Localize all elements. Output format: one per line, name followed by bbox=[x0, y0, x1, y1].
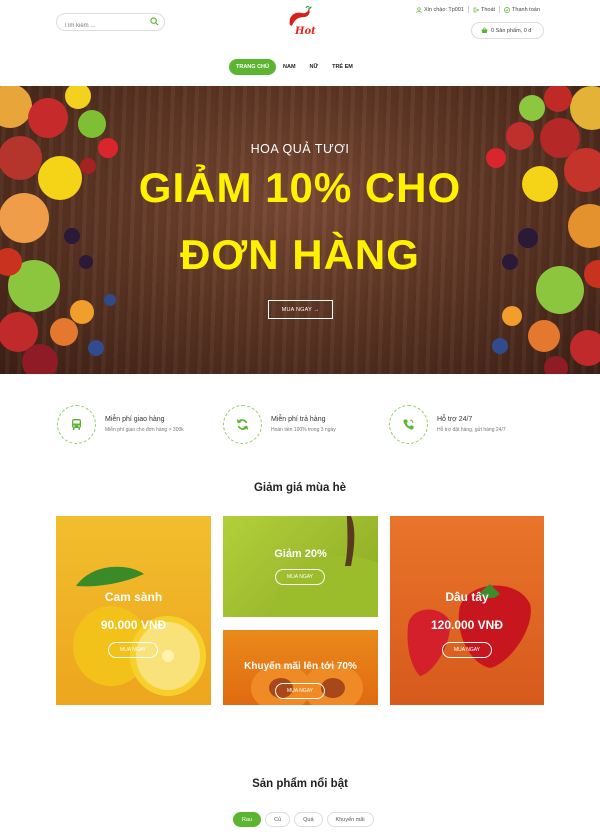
service-free-shipping: Miễn phí giao hàng Miễn phí giao cho đơn… bbox=[57, 405, 184, 444]
nav-item-women[interactable]: NỮ bbox=[303, 59, 326, 75]
service-desc: Hỗ trợ đặt hàng, gửi hàng 24/7 bbox=[437, 427, 506, 433]
logout-label: Thoát bbox=[480, 6, 496, 13]
cart-label: 0 Sản phẩm, 0 đ bbox=[491, 27, 532, 34]
check-icon bbox=[504, 6, 510, 13]
fruit-image bbox=[273, 516, 378, 617]
greeting-label: Xin chào: Tp001 bbox=[424, 6, 464, 13]
user-icon bbox=[416, 6, 422, 13]
promo-tile-strawberry[interactable]: Dâu tây 120.000 VNĐ MUA NGAY bbox=[390, 516, 544, 705]
divider bbox=[467, 6, 469, 13]
service-title: Hỗ trợ 24/7 bbox=[437, 416, 473, 423]
tab-fruits[interactable]: Quả bbox=[294, 812, 323, 827]
search-box[interactable] bbox=[56, 13, 165, 34]
bus-icon bbox=[72, 419, 81, 430]
top-links: Xin chào: Tp001 Thoát Thanh toán bbox=[416, 6, 540, 13]
search-icon[interactable] bbox=[150, 17, 159, 26]
nav-item-men[interactable]: NAM bbox=[276, 59, 303, 75]
lemon-image bbox=[73, 566, 206, 696]
greeting-link[interactable]: Xin chào: Tp001 bbox=[416, 7, 464, 13]
basket-icon bbox=[481, 27, 488, 33]
service-icon-circle bbox=[389, 405, 428, 444]
phone-icon bbox=[403, 419, 414, 430]
logout-link[interactable]: Thoát bbox=[473, 7, 495, 13]
tile-buy-button[interactable]: MUA NGAY bbox=[275, 569, 325, 585]
tile-title: Dâu tây bbox=[445, 590, 489, 604]
tile-title: Giảm 20% bbox=[274, 548, 327, 560]
tab-vegetables[interactable]: Rau bbox=[233, 812, 262, 827]
divider bbox=[499, 6, 501, 13]
tile-buy-button[interactable]: MUA NGAY bbox=[108, 642, 158, 658]
checkout-link[interactable]: Thanh toán bbox=[504, 7, 540, 13]
service-title: Miễn phí giao hàng bbox=[105, 416, 165, 423]
checkout-label: Thanh toán bbox=[512, 6, 540, 13]
service-icon-circle bbox=[223, 405, 262, 444]
nav-item-kids[interactable]: TRẺ EM bbox=[325, 59, 360, 75]
nav-item-home[interactable]: TRANG CHỦ bbox=[229, 59, 276, 75]
promo-tile-discount[interactable]: Giảm 20% MUA NGAY bbox=[223, 516, 378, 617]
logout-icon bbox=[473, 7, 479, 12]
service-title: Miễn phí trả hàng bbox=[271, 416, 326, 423]
banner-subtitle: HOA QUẢ TƯƠI bbox=[250, 142, 350, 156]
banner-buy-button[interactable]: MUA NGAY → bbox=[268, 300, 333, 319]
tile-title: Khuyến mãi lên tới 70% bbox=[244, 661, 357, 672]
banner-headline-2: ĐƠN HÀNG bbox=[180, 231, 420, 278]
promo-tile-sale[interactable]: Khuyến mãi lên tới 70% MUA NGAY bbox=[223, 630, 378, 705]
cart-button[interactable]: 0 Sản phẩm, 0 đ bbox=[471, 22, 544, 39]
summer-sale-title: Giảm giá mùa hè bbox=[253, 482, 347, 494]
hero-banner: HOA QUẢ TƯƠI GIẢM 10% CHO ĐƠN HÀNG MUA N… bbox=[0, 86, 600, 374]
refresh-icon bbox=[236, 419, 249, 430]
service-support: Hỗ trợ 24/7 Hỗ trợ đặt hàng, gửi hàng 24… bbox=[389, 405, 506, 444]
tab-roots[interactable]: Củ bbox=[265, 812, 291, 827]
tile-title: Cam sành bbox=[104, 590, 163, 604]
featured-title: Sản phẩm nổi bật bbox=[252, 778, 348, 790]
fruit-decoration bbox=[0, 86, 600, 374]
banner-headline-1: GIẢM 10% CHO bbox=[138, 164, 462, 211]
service-free-returns: Miễn phí trả hàng Hoàn tiền 100% trong 3… bbox=[223, 405, 336, 444]
logo-text: Hot bbox=[295, 26, 316, 37]
service-icon-circle bbox=[57, 405, 96, 444]
tile-buy-button[interactable]: MUA NGAY bbox=[275, 683, 325, 699]
tile-price: 120.000 VNĐ bbox=[430, 618, 504, 632]
tile-price: 90.000 VNĐ bbox=[100, 618, 167, 632]
service-desc: Miễn phí giao cho đơn hàng > 300k bbox=[105, 427, 184, 433]
strawberry-image bbox=[407, 584, 531, 676]
promo-tile-orange[interactable]: Cam sành 90.000 VNĐ MUA NGAY bbox=[56, 516, 211, 705]
tab-promotions[interactable]: Khuyến mãi bbox=[326, 812, 374, 827]
main-nav: TRANG CHỦ NAM NỮ TRẺ EM bbox=[229, 59, 360, 75]
tile-buy-button[interactable]: MUA NGAY bbox=[442, 642, 492, 658]
service-desc: Hoàn tiền 100% trong 3 ngày bbox=[271, 427, 336, 433]
search-input[interactable] bbox=[57, 18, 145, 34]
featured-tabs: Rau Củ Quả Khuyến mãi bbox=[233, 812, 374, 827]
